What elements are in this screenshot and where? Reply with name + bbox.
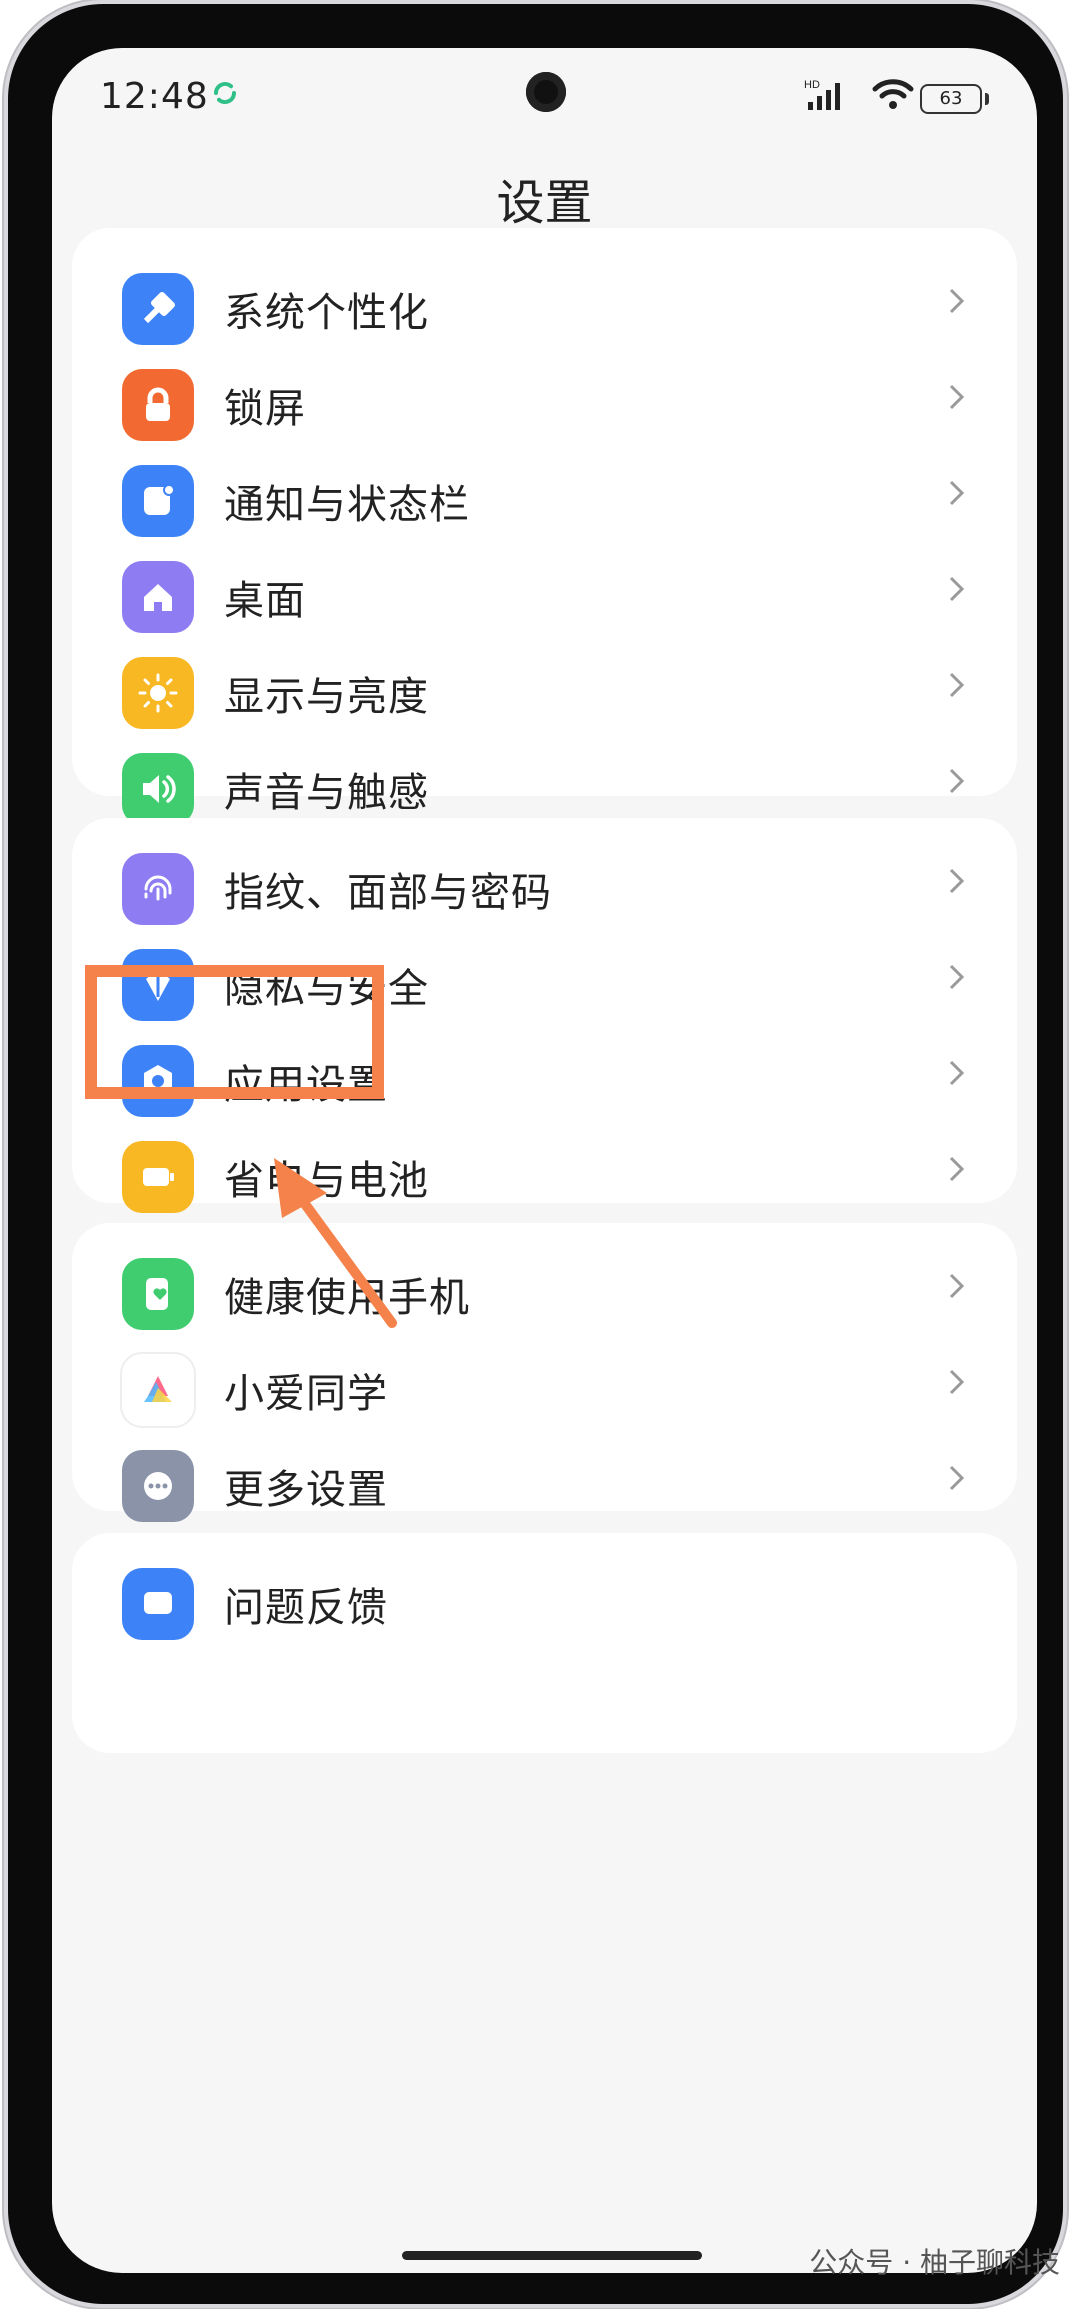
screen: 12:48 HD 63 设置 系统个性化 锁屏 通知与状态栏 桌面 显示与亮度 … bbox=[52, 48, 1037, 2273]
arrow-annotation bbox=[274, 1158, 397, 1328]
phone-frame: 12:48 HD 63 设置 系统个性化 锁屏 通知与状态栏 桌面 显示与亮度 … bbox=[8, 4, 1063, 2304]
home-indicator[interactable] bbox=[402, 2251, 702, 2260]
watermark: 公众号 · 柚子聊科技 bbox=[809, 2246, 1060, 2279]
